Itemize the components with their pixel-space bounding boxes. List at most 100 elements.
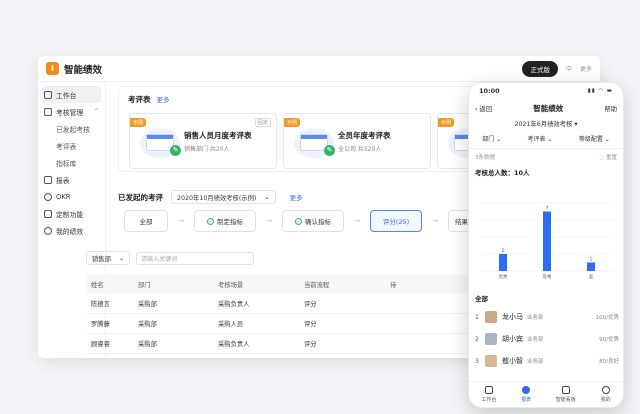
tab-me[interactable]: 我的 — [601, 386, 611, 403]
total-people: 考核总人数：10人 — [475, 169, 530, 177]
employee-rank-row[interactable]: 1 龙小马 业务部 100/优秀 — [475, 307, 619, 327]
template-desc: 全公司 共120人 — [338, 146, 382, 153]
mobile-preview: 10:00 ▮▮ ◠ ▬ ‹ 返回 智能绩效 帮助 2021年6月绩效考核 ▾ … — [468, 82, 624, 408]
example-tag: 示例 — [130, 118, 147, 127]
column-header[interactable]: 部门 — [138, 280, 218, 289]
template-name: 销售人员月度考评表 — [184, 131, 252, 140]
employee-rank-row[interactable]: 2 胡小宾 业务部 90/优秀 — [475, 329, 619, 349]
flow-step-all[interactable]: 全部 — [124, 210, 168, 232]
version-badge[interactable]: 正式版 — [522, 60, 558, 77]
heart-icon — [561, 386, 570, 394]
tab-dashboard[interactable]: 智能看板 — [556, 386, 576, 403]
check-icon: ✓ — [295, 217, 302, 225]
sidebar-item-okr[interactable]: OKR — [38, 188, 105, 205]
cell-stage: 评分 — [304, 301, 317, 308]
table-row[interactable]: 陈德言 采购部 采购负责人 评分 — [86, 294, 486, 314]
mobile-tab-bar: 工作台 报表 智能看板 我的 — [469, 381, 623, 407]
result-count: 3条数据 — [475, 155, 495, 161]
sidebar-item-review-management[interactable]: 考核管理 ^ — [38, 103, 105, 120]
sidebar-item-forms[interactable]: 考评表 — [38, 137, 105, 154]
tab-label: 报表 — [521, 397, 532, 403]
tab-label: 工作台 — [481, 397, 497, 403]
tab-workbench[interactable]: 工作台 — [481, 386, 496, 403]
data-label: 2 — [502, 248, 505, 253]
cell-stage: 评分 — [304, 341, 317, 348]
example-tag: 示例 — [284, 118, 301, 127]
example-tag: 示例 — [438, 118, 455, 127]
keyword-search-input[interactable]: 请输入关键词 — [136, 251, 255, 265]
templates-title: 考评表 — [128, 95, 151, 104]
sidebar-item-label: 我的绩效 — [56, 227, 84, 236]
cell-name: 顾睿睿 — [91, 341, 110, 348]
grade-bar-chart: 2 优秀 7 及格 1 差 — [481, 202, 613, 280]
table-row[interactable]: 罗腾藤 采购部 采购人员 评分 — [86, 314, 486, 334]
rank-number: 2 — [475, 335, 479, 343]
chart-icon — [522, 386, 531, 394]
employee-dept: 业务部 — [527, 315, 544, 321]
employee-name: 龙小马 — [502, 313, 523, 321]
user-icon — [601, 386, 610, 394]
edit-icon — [44, 107, 52, 116]
sidebar-item-label: 已发起考核 — [56, 125, 90, 134]
sidebar-item-reports[interactable]: 报表 — [38, 171, 105, 188]
template-card[interactable]: 示例 ✎ 全员年度考评表 全公司 共120人 — [283, 113, 431, 169]
cell-scenario: 采购负责人 — [218, 301, 250, 308]
cell-scenario: 采购人员 — [218, 321, 244, 328]
category-label: 差 — [589, 273, 594, 280]
bar[interactable] — [543, 211, 551, 272]
app-logo: i — [46, 62, 59, 75]
result-count-row: 3条数据 ◌ 重置 — [469, 149, 623, 165]
process-flow: 全部 → ✓ 制定指标 → ✓ 确认指标 → 评分(25) → 结果( — [124, 210, 482, 232]
back-button[interactable]: ‹ 返回 — [475, 104, 492, 113]
column-header[interactable]: 当前流程 — [304, 280, 390, 289]
help-button[interactable]: 帮助 — [604, 104, 617, 113]
table-row[interactable]: 顾睿睿 采购部 采购负责人 评分 — [86, 334, 486, 354]
flow-step-label: 评分(25) — [382, 218, 410, 226]
avatar — [485, 355, 497, 367]
cell-dept: 采购部 — [138, 321, 157, 328]
chevron-up-icon: ^ — [93, 108, 99, 115]
chevron-down-icon: ⌄ — [118, 254, 125, 262]
rank-number: 3 — [475, 357, 479, 365]
tab-reports[interactable]: 报表 — [521, 386, 531, 403]
user-icon — [44, 226, 52, 235]
column-header[interactable]: 待 — [390, 280, 430, 289]
sidebar-item-metrics[interactable]: 指标库 — [38, 154, 105, 171]
department-select[interactable]: 销售部 ⌄ — [86, 251, 131, 265]
category-label: 及格 — [543, 273, 552, 280]
flow-step-confirm-metrics[interactable]: ✓ 确认指标 — [282, 210, 344, 232]
employee-score: 80/良好 — [599, 359, 619, 365]
template-card[interactable]: 示例 固定 ✎ 销售人员月度考评表 销售部门 共20人 — [129, 113, 277, 169]
sidebar-item-label: 工作台 — [56, 91, 77, 100]
header-more-link[interactable]: 更多 — [580, 64, 592, 73]
data-label: 1 — [590, 257, 593, 262]
initiated-more-link[interactable]: 更多 — [290, 192, 303, 202]
back-label: 返回 — [479, 105, 493, 113]
reset-button[interactable]: ◌ 重置 — [599, 153, 617, 161]
tab-label: 我的 — [600, 397, 611, 403]
templates-more-link[interactable]: 更多 — [157, 96, 170, 104]
sidebar-item-initiated[interactable]: 已发起考核 — [38, 120, 105, 137]
bar[interactable] — [499, 254, 507, 271]
app-header: i 智能绩效 正式版 中 更多 — [38, 56, 600, 82]
sidebar-item-my-performance[interactable]: 我的绩效 — [38, 222, 105, 239]
employee-rank-row[interactable]: 3 敖小智 业务部 80/良好 — [475, 351, 619, 371]
filter-form[interactable]: 考评表 ⌄ — [528, 134, 553, 143]
language-switch[interactable]: 中 — [566, 64, 572, 73]
bar[interactable] — [587, 262, 595, 272]
column-header[interactable]: 考核场景 — [218, 280, 304, 289]
period-select[interactable]: 2020年10月绩效考核(示例) ⌄ — [171, 190, 276, 204]
flow-step-scoring[interactable]: 评分(25) — [370, 210, 422, 232]
flow-step-label: 确认指标 — [305, 218, 331, 226]
rank-number: 1 — [475, 313, 479, 321]
flow-step-set-metrics[interactable]: ✓ 制定指标 — [194, 210, 256, 232]
column-header[interactable]: 姓名 — [86, 280, 138, 289]
status-bar: 10:00 ▮▮ ◠ ▬ — [469, 83, 623, 99]
filter-department[interactable]: 部门 ⌄ — [482, 134, 501, 143]
sidebar-item-workbench[interactable]: 工作台 — [42, 86, 101, 103]
sidebar-item-custom[interactable]: 定制功能 — [38, 205, 105, 222]
period-dropdown[interactable]: 2021年6月绩效考核 ▾ — [469, 119, 623, 128]
flow-step-label: 制定指标 — [217, 218, 243, 226]
arrow-right-icon: → — [266, 217, 272, 225]
filter-grade[interactable]: 等级配置 ⌄ — [579, 134, 610, 143]
